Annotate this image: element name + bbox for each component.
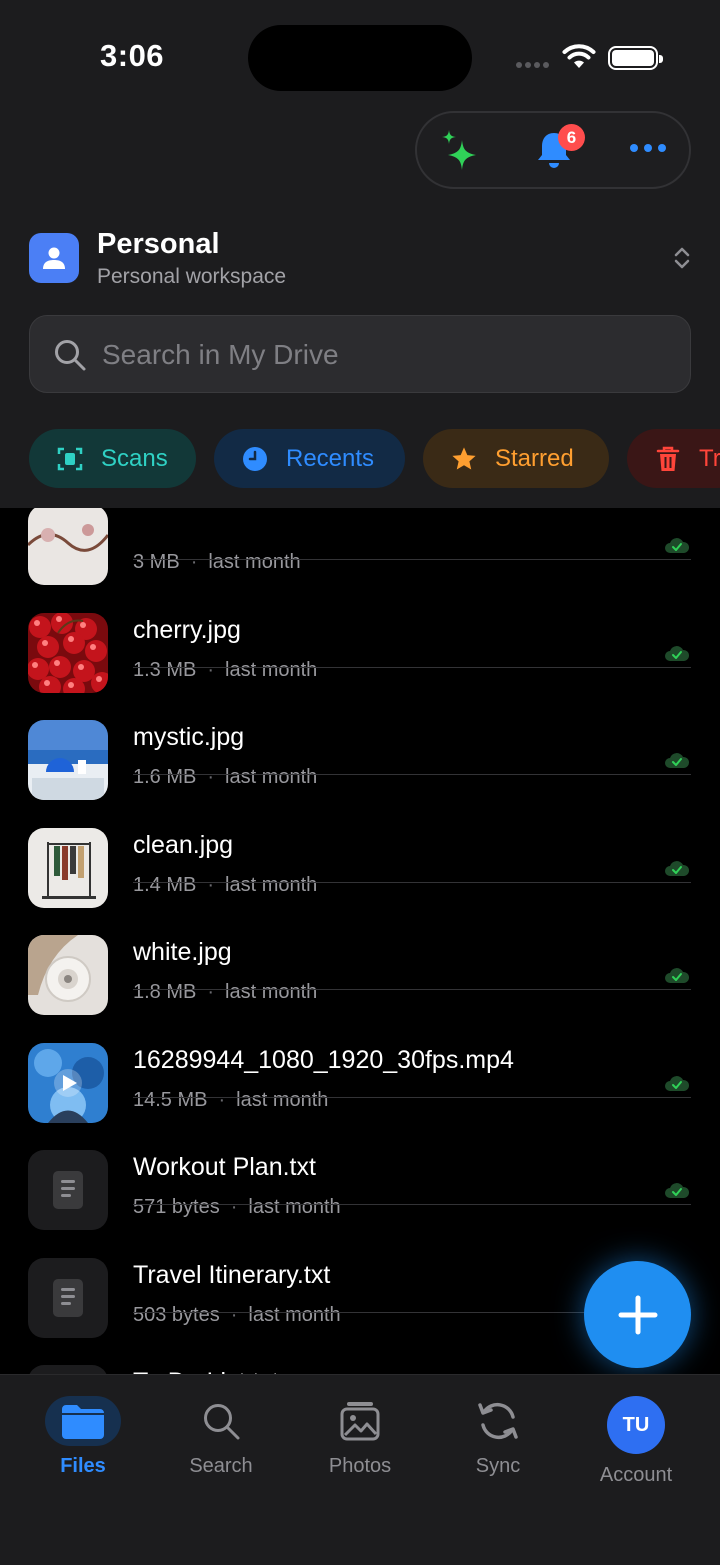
- status-time: 3:06: [100, 38, 165, 73]
- search-input[interactable]: [102, 332, 662, 378]
- tab-search[interactable]: Search: [166, 1396, 276, 1486]
- scan-icon: [57, 447, 83, 470]
- workspace-subtitle: Personal workspace: [97, 265, 287, 288]
- file-row[interactable]: cherry.jpg 1.3 MB · last month: [0, 560, 720, 693]
- search-icon: [55, 340, 86, 371]
- synced-cloud-icon: [665, 1075, 690, 1091]
- synced-cloud-icon: [665, 538, 690, 553]
- synced-cloud-icon: [665, 753, 690, 768]
- ai-sparkle-button[interactable]: [435, 113, 485, 187]
- add-button[interactable]: [584, 1261, 691, 1368]
- plus-icon: [618, 1295, 657, 1334]
- file-name: white.jpg: [133, 938, 232, 966]
- dynamic-island: [248, 25, 472, 91]
- synced-cloud-icon: [665, 1183, 690, 1198]
- chip-label: Scans: [101, 444, 168, 472]
- notification-count-badge: 6: [558, 124, 585, 151]
- tab-account[interactable]: TU Account: [581, 1396, 691, 1486]
- tab-photos[interactable]: Photos: [305, 1396, 415, 1486]
- chip-trash[interactable]: Tra: [627, 429, 720, 488]
- synced-cloud-icon: [665, 968, 690, 983]
- file-row[interactable]: white.jpg 1.8 MB · last month: [0, 882, 720, 1015]
- tab-sync[interactable]: Sync: [443, 1396, 553, 1486]
- tab-label: Files: [60, 1455, 106, 1477]
- chip-label: Recents: [286, 444, 375, 472]
- file-name: Workout Plan.txt: [133, 1153, 316, 1181]
- chip-starred[interactable]: Starred: [423, 429, 609, 488]
- file-name: clean.jpg: [133, 830, 234, 859]
- workspace-avatar[interactable]: [29, 233, 79, 283]
- file-row[interactable]: mystic.jpg 1.6 MB · last month: [0, 667, 720, 800]
- chip-recents[interactable]: Recents: [214, 429, 405, 488]
- file-row[interactable]: 16289944_1080_1920_30fps.mp4 14.5 MB · last…: [0, 990, 720, 1123]
- file-name: Travel Itinerary.txt: [133, 1260, 331, 1289]
- cellular-signal-icon: [516, 62, 549, 68]
- tab-label: Search: [189, 1455, 253, 1477]
- person-icon: [43, 247, 65, 269]
- trash-icon: [656, 446, 680, 471]
- sparkle-icon: [442, 130, 476, 170]
- file-row[interactable]: Workout Plan.txt 571 bytes · last month: [0, 1097, 720, 1230]
- search-icon: [204, 1404, 240, 1440]
- chevron-up-down-icon[interactable]: [672, 245, 692, 271]
- file-name: mystic.jpg: [133, 723, 245, 751]
- tab-label: Account: [599, 1464, 673, 1486]
- chip-label: Starred: [495, 444, 574, 472]
- tab-label: Photos: [328, 1455, 392, 1477]
- sync-icon: [478, 1402, 518, 1440]
- battery-icon: [608, 46, 663, 70]
- file-name: 16289944_1080_1920_30fps.mp4: [133, 1045, 514, 1074]
- more-options-button[interactable]: [630, 144, 666, 152]
- wifi-icon: [562, 44, 596, 68]
- workspace-title[interactable]: Personal: [97, 228, 220, 261]
- star-icon: [452, 446, 476, 469]
- clock-icon: [243, 446, 267, 471]
- synced-cloud-icon: [665, 645, 690, 661]
- file-row[interactable]: clean.jpg 1.4 MB · last month: [0, 775, 720, 908]
- file-name: cherry.jpg: [133, 615, 241, 644]
- tab-label: Sync: [475, 1455, 521, 1477]
- synced-cloud-icon: [665, 860, 690, 876]
- tab-files[interactable]: Files: [28, 1396, 138, 1486]
- chip-label: Tra: [699, 444, 720, 472]
- chip-scans[interactable]: Scans: [29, 429, 196, 488]
- folder-icon: [62, 1405, 104, 1439]
- avatar: TU: [607, 1396, 665, 1454]
- photos-icon: [340, 1402, 380, 1441]
